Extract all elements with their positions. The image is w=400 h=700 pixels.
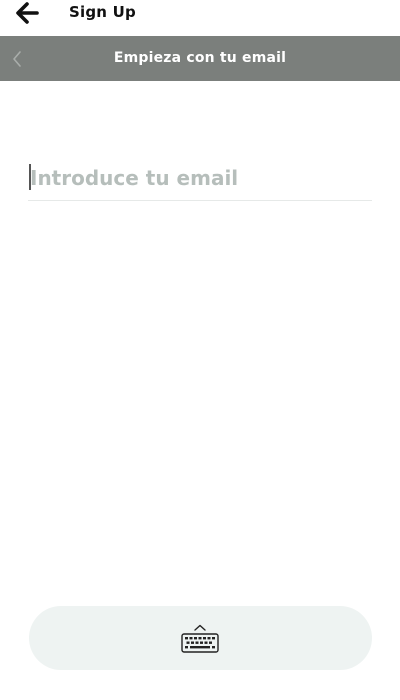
nav-bar: Empieza con tu email: [0, 36, 400, 81]
email-input[interactable]: [28, 158, 374, 198]
arrow-left-icon[interactable]: [16, 2, 40, 24]
page-title: Sign Up: [69, 3, 136, 21]
text-caret: [29, 164, 31, 190]
keyboard-toggle-button[interactable]: [29, 606, 372, 670]
top-bar: Sign Up: [0, 0, 400, 36]
keyboard-icon: [181, 624, 219, 654]
nav-title: Empieza con tu email: [113, 50, 287, 66]
email-field-wrapper: [28, 158, 374, 201]
chevron-left-icon[interactable]: [9, 48, 25, 70]
